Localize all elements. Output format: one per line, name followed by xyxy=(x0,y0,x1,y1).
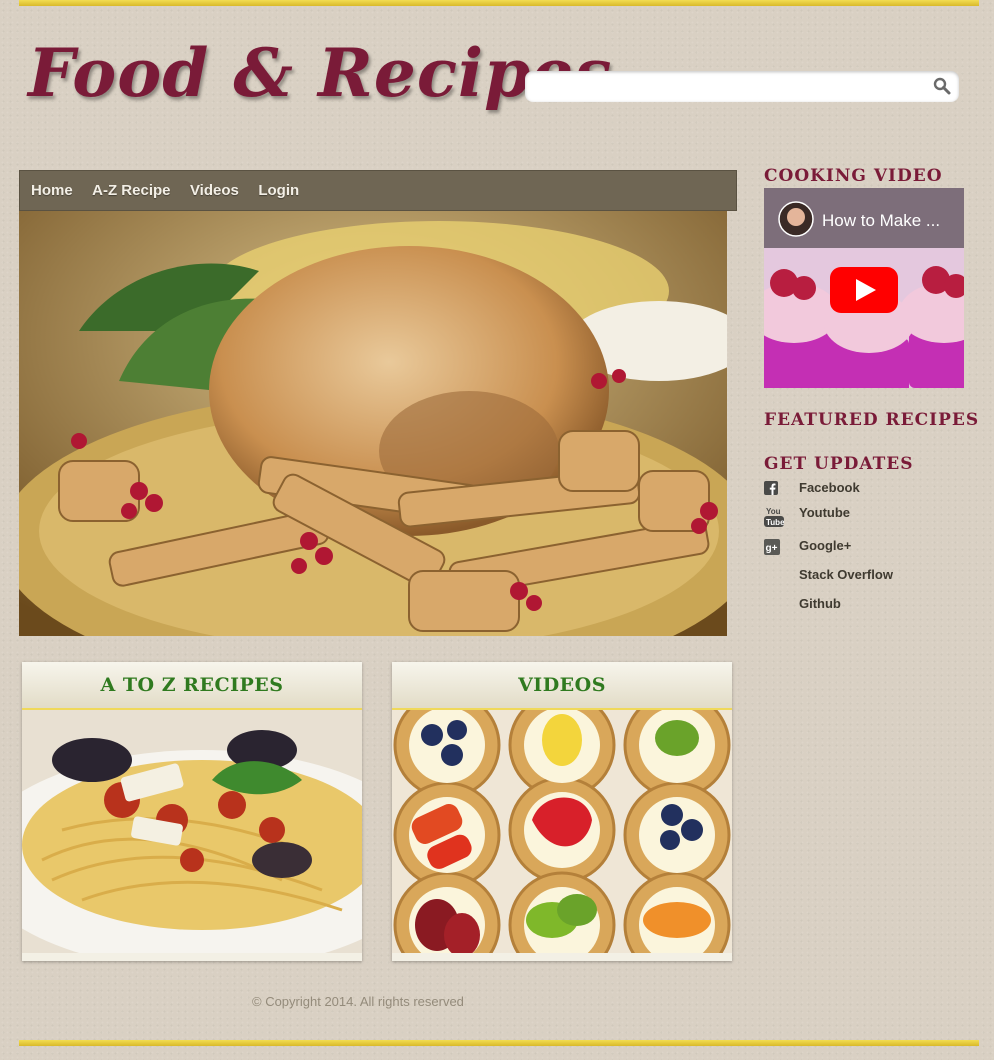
videos-panel[interactable]: VIDEOS xyxy=(392,662,732,961)
hero-roast-chicken-image xyxy=(19,211,727,636)
svg-text:Tube: Tube xyxy=(766,518,784,527)
google-plus-label: Google+ xyxy=(799,538,852,553)
play-icon[interactable] xyxy=(830,267,898,313)
a-to-z-recipes-title[interactable]: A TO Z RECIPES xyxy=(22,662,362,710)
search-box xyxy=(525,71,959,102)
main-nav: Home A-Z Recipe Videos Login xyxy=(19,170,737,211)
facebook-icon xyxy=(764,481,782,497)
pasta-dish-image[interactable] xyxy=(22,710,362,953)
youtube-label: Youtube xyxy=(799,505,851,520)
nav-home[interactable]: Home xyxy=(31,171,73,210)
update-link-google-plus[interactable]: g+ Google+ xyxy=(764,537,964,557)
videos-title[interactable]: VIDEOS xyxy=(392,662,732,710)
nav-videos[interactable]: Videos xyxy=(190,171,239,210)
update-link-github[interactable]: Github xyxy=(764,595,964,615)
svg-text:g+: g+ xyxy=(766,543,778,554)
google-plus-icon: g+ xyxy=(764,539,782,555)
top-gold-bar xyxy=(19,0,979,6)
copyright-text: © Copyright 2014. All rights reserved xyxy=(252,994,464,1009)
github-label: Github xyxy=(799,596,841,611)
facebook-label: Facebook xyxy=(799,480,860,495)
nav-a-z-recipe[interactable]: A-Z Recipe xyxy=(92,171,170,210)
search-icon[interactable] xyxy=(933,77,951,95)
featured-recipes-heading: FEATURED RECIPES xyxy=(764,410,980,430)
fruit-tarts-image[interactable] xyxy=(392,710,732,953)
bottom-gold-bar xyxy=(19,1040,979,1046)
search-input[interactable] xyxy=(525,71,935,102)
a-to-z-recipes-panel[interactable]: A TO Z RECIPES xyxy=(22,662,362,961)
update-link-facebook[interactable]: Facebook xyxy=(764,479,964,499)
cooking-video-thumbnail[interactable]: How to Make ... xyxy=(764,188,964,388)
cooking-video-heading: COOKING VIDEO xyxy=(764,166,943,186)
update-link-youtube[interactable]: You Tube Youtube xyxy=(764,504,964,527)
nav-login[interactable]: Login xyxy=(258,171,299,210)
update-link-stack-overflow[interactable]: Stack Overflow xyxy=(764,566,964,586)
svg-text:You: You xyxy=(766,507,781,516)
youtube-icon: You Tube xyxy=(764,506,785,527)
cooking-video-title: How to Make ... xyxy=(822,211,940,230)
stack-overflow-label: Stack Overflow xyxy=(799,567,893,582)
get-updates-heading: GET UPDATES xyxy=(764,454,914,474)
